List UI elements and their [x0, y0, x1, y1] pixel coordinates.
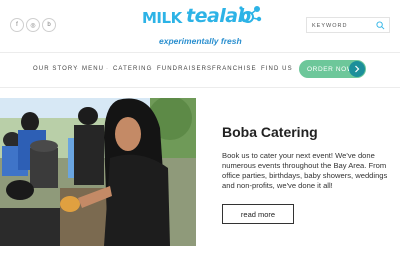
brand-logo[interactable]: MILK tealab experimentally fresh [140, 4, 262, 48]
nav-separator: · [254, 66, 256, 72]
facebook-icon[interactable]: f [10, 18, 24, 32]
header: f ◎ b MILK tealab experimentally fresh [0, 0, 400, 52]
nav-catering[interactable]: CATERING [113, 66, 152, 72]
logo-tagline: experimentally fresh [159, 36, 242, 46]
nav-fundraisers[interactable]: FUNDRAISERS [157, 66, 212, 72]
logo-molecule-icon [239, 6, 262, 23]
instagram-icon[interactable]: ◎ [26, 18, 40, 32]
nav-find-us[interactable]: FIND US [261, 66, 293, 72]
blog-icon[interactable]: b [42, 18, 56, 32]
nav-separator: · [76, 66, 78, 72]
nav-separator: · [205, 66, 207, 72]
search-box[interactable] [306, 17, 390, 33]
nav-franchise[interactable]: FRANCHISE [212, 66, 257, 72]
catering-event-photo [0, 98, 196, 246]
arrow-right-icon [349, 61, 365, 77]
nav-separator: · [106, 66, 108, 72]
nav-menu[interactable]: MENU [82, 66, 104, 72]
logo-milk-text: MILK [142, 9, 182, 27]
search-input[interactable] [312, 20, 374, 31]
search-icon[interactable] [376, 21, 385, 30]
order-now-label: ORDER NOW [307, 65, 354, 73]
page-title: Boba Catering [222, 124, 318, 140]
nav-separator: · [150, 66, 152, 72]
nav-divider [0, 87, 400, 88]
catering-description: Book us to cater your next event! We've … [222, 151, 388, 190]
read-more-button[interactable]: read more [222, 204, 294, 224]
order-now-button[interactable]: ORDER NOW [299, 60, 366, 78]
nav-our-story[interactable]: OUR STORY [33, 66, 78, 72]
